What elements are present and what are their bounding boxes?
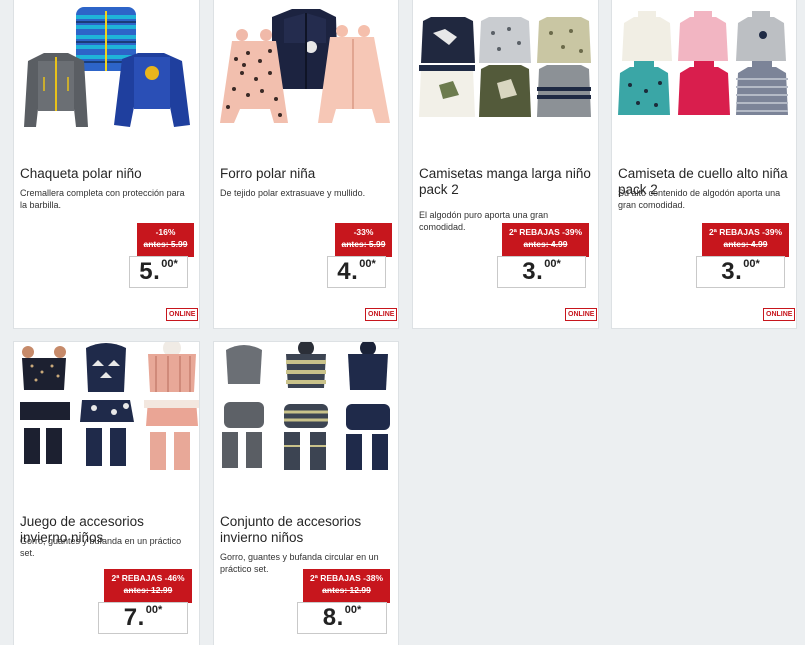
discount-label: 2ª REBAJAS -39% — [508, 227, 583, 237]
price-box: 7.00* — [98, 602, 188, 634]
product-description: Cremallera completa con protección para … — [20, 188, 185, 210]
discount-label: -16% — [155, 227, 176, 237]
product-description: Su alto contenido de algodón aporta una … — [618, 188, 781, 210]
product-card[interactable]: Conjunto de accesorios invierno niños Go… — [213, 341, 399, 645]
price-cents: 00* — [344, 604, 362, 616]
discount-badge: 2ª REBAJAS -46% antes: 12.99 — [104, 569, 192, 603]
discount-label: 2ª REBAJAS -46% — [111, 573, 185, 583]
product-image[interactable] — [14, 0, 200, 147]
product-title[interactable]: Conjunto de accesorios invierno niños — [220, 514, 392, 546]
product-image[interactable] — [413, 0, 599, 147]
product-card[interactable]: Camisetas manga larga niño pack 2 El alg… — [412, 0, 599, 329]
product-description: De tejido polar extrasuave y mullido. — [220, 188, 366, 198]
discount-badge: 2ª REBAJAS -38% antes: 12.99 — [303, 569, 390, 603]
price-box: 8.00* — [297, 602, 387, 634]
old-price: antes: 4.99 — [723, 239, 768, 249]
online-badge: ONLINE — [565, 308, 598, 321]
price-cents: 00* — [359, 258, 376, 270]
discount-label: 2ª REBAJAS -38% — [309, 573, 384, 583]
price-box: 3.00* — [696, 256, 785, 288]
price-cents: 00* — [161, 258, 178, 270]
product-card[interactable]: Chaqueta polar niño Cremallera completa … — [13, 0, 200, 329]
old-price: antes: 5.99 — [143, 239, 188, 249]
discount-badge: -33% antes: 5.99 — [335, 223, 392, 257]
product-title[interactable]: Forro polar niña — [220, 166, 392, 182]
price-cents: 00* — [145, 604, 163, 616]
price-box: 3.00* — [497, 256, 586, 288]
price-cents: 00* — [743, 258, 760, 270]
product-image[interactable] — [214, 342, 399, 490]
discount-badge: 2ª REBAJAS -39% antes: 4.99 — [702, 223, 789, 257]
product-image[interactable] — [612, 0, 797, 147]
old-price: antes: 5.99 — [341, 239, 386, 249]
product-description: Gorro, guantes y bufanda en un práctico … — [20, 536, 182, 558]
product-card[interactable]: Juego de accesorios invierno niños Gorro… — [13, 341, 200, 645]
price-main: 3. — [721, 258, 743, 285]
old-price: antes: 4.99 — [523, 239, 568, 249]
discount-label: 2ª REBAJAS -39% — [708, 227, 783, 237]
old-price: antes: 12.99 — [322, 585, 371, 595]
online-badge: ONLINE — [365, 308, 398, 321]
price-main: 8. — [322, 604, 344, 631]
product-card[interactable]: Camiseta de cuello alto niña pack 2 Su a… — [611, 0, 797, 329]
discount-badge: 2ª REBAJAS -39% antes: 4.99 — [502, 223, 589, 257]
old-price: antes: 12.99 — [123, 585, 173, 595]
product-title[interactable]: Chaqueta polar niño — [20, 166, 193, 182]
price-main: 4. — [337, 258, 359, 285]
product-card[interactable]: Forro polar niña De tejido polar extrasu… — [213, 0, 399, 329]
online-badge: ONLINE — [166, 308, 199, 321]
price-main: 3. — [522, 258, 544, 285]
price-main: 5. — [139, 258, 161, 285]
product-image[interactable] — [14, 342, 200, 490]
discount-badge: -16% antes: 5.99 — [137, 223, 194, 257]
discount-label: -33% — [353, 227, 374, 237]
price-box: 5.00* — [129, 256, 188, 288]
online-badge: ONLINE — [763, 308, 796, 321]
product-image[interactable] — [214, 0, 399, 147]
product-title[interactable]: Camisetas manga larga niño pack 2 — [419, 166, 592, 198]
price-cents: 00* — [544, 258, 561, 270]
price-box: 4.00* — [327, 256, 386, 288]
price-main: 7. — [123, 604, 145, 631]
